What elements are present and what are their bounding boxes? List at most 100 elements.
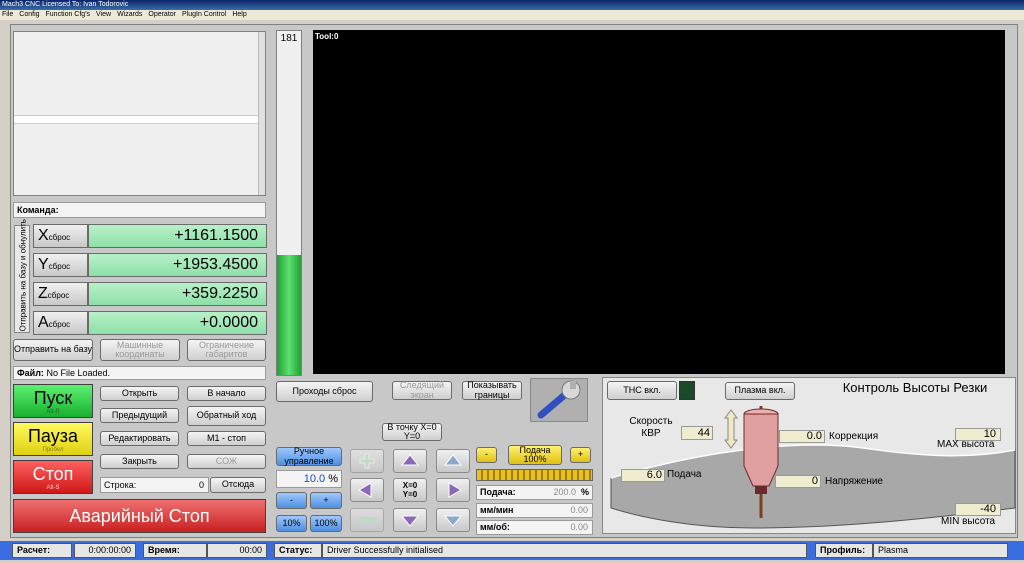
toolpath-display[interactable]: Tool:0: [313, 30, 1005, 374]
jog-100-button[interactable]: 100%: [310, 515, 342, 532]
menu-wizards[interactable]: Wizards: [117, 10, 142, 20]
emergency-stop-button[interactable]: Аварийный Стоп: [13, 499, 266, 533]
reset-passes-button[interactable]: Проходы сброс: [276, 381, 373, 402]
rewind-button[interactable]: В начало: [187, 386, 266, 401]
command-input[interactable]: Команда:: [13, 202, 266, 218]
jog-minus-button[interactable]: -: [276, 492, 307, 509]
jog-percent-field[interactable]: 10.0 %: [276, 470, 342, 488]
menu-operator[interactable]: Operator: [148, 10, 176, 20]
a-dro[interactable]: +0.0000: [88, 311, 267, 335]
plasma-on-button[interactable]: Плазма вкл.: [725, 382, 795, 400]
x-minus-icon[interactable]: [350, 478, 384, 502]
machine-coords-button[interactable]: Машинные координаты: [100, 339, 180, 361]
goto-zero-button[interactable]: В точку X=0 Y=0: [382, 422, 442, 441]
a-reset-button[interactable]: Aсброс: [33, 311, 88, 335]
thc-feed-value[interactable]: 6.0: [621, 469, 665, 482]
z-axis-letter: Z: [38, 285, 48, 302]
thc-voltage-value[interactable]: 0: [775, 475, 821, 488]
file-label: Файл:: [17, 368, 44, 378]
home-zero-label: Отправить на базу и обнулить: [14, 219, 30, 333]
m1-stop-button[interactable]: M1 - стоп: [187, 431, 266, 446]
y-minus-icon[interactable]: [393, 508, 427, 532]
mm-min-row: мм/мин 0.00: [476, 503, 593, 518]
thc-feed-label: Подача: [667, 469, 702, 480]
jog-plus-button[interactable]: +: [310, 492, 342, 509]
wrench-icon[interactable]: [530, 378, 588, 422]
line-value: 0: [198, 480, 204, 490]
line-label: Строка:: [104, 480, 137, 490]
menu-file[interactable]: File: [2, 10, 13, 20]
line-field[interactable]: Строка: 0: [100, 477, 209, 493]
soft-limits-button[interactable]: Ограничение габаритов: [187, 339, 266, 361]
menu-plugin-control[interactable]: PlugIn Control: [182, 10, 226, 20]
feed-minus-button[interactable]: -: [476, 447, 497, 463]
reset-text: сброс: [48, 262, 71, 271]
thc-correction-value[interactable]: 0.0: [779, 430, 825, 443]
feed-plus-button[interactable]: +: [570, 447, 591, 463]
gcode-scrollbar[interactable]: [258, 32, 265, 195]
thc-on-button[interactable]: THC вкл.: [607, 381, 677, 400]
thc-min-value[interactable]: -40: [955, 503, 1001, 516]
stop-button[interactable]: Стоп Alt-S: [13, 460, 93, 494]
prev-button[interactable]: Предыдущий: [100, 408, 179, 423]
y-reset-button[interactable]: Yсброс: [33, 253, 88, 277]
y-dro[interactable]: +1953.4500: [88, 253, 267, 277]
z-minus-icon[interactable]: [436, 508, 470, 532]
y-plus-icon[interactable]: [393, 449, 427, 473]
home-button[interactable]: Отправить на базу: [13, 339, 93, 361]
status-label: Статус:: [274, 543, 322, 558]
mm-rev-label: мм/об:: [480, 522, 510, 532]
cycle-start-button[interactable]: Пуск Alt-R: [13, 384, 93, 418]
z-plus-icon[interactable]: [436, 449, 470, 473]
xy-zero-label: X=0 Y=0: [402, 481, 418, 499]
menu-function-cfgs[interactable]: Function Cfg's: [46, 10, 91, 20]
gcode-window[interactable]: [13, 31, 266, 196]
jog-up-ghost: [350, 449, 384, 473]
height-bar-fill: [277, 254, 301, 375]
y-axis-letter: Y: [38, 256, 49, 273]
status-message: Driver Successfully initialised: [322, 543, 807, 558]
close-button[interactable]: Закрыть: [100, 454, 179, 469]
feed-slider[interactable]: [476, 469, 593, 481]
open-button[interactable]: Открыть: [100, 386, 179, 401]
jog-blank-button: [350, 508, 384, 532]
z-reset-button[interactable]: Zсброс: [33, 282, 88, 306]
reverse-button[interactable]: Обратный ход: [187, 406, 266, 426]
manual-control-button[interactable]: Ручное управление: [276, 446, 342, 466]
feed-reset-button[interactable]: Подача 100%: [508, 445, 562, 465]
thc-speed-value[interactable]: 44: [681, 426, 713, 440]
thc-max-label: MAX высота: [937, 439, 995, 450]
run-time-label: Расчет:: [12, 543, 72, 558]
cycle-start-hotkey: Alt-R: [46, 408, 60, 415]
z-dro[interactable]: +359.2250: [88, 282, 267, 306]
jog-percent-value: 10.0: [303, 473, 326, 485]
reset-text: сброс: [48, 233, 71, 242]
follow-screen-button[interactable]: Следящий экран: [392, 380, 452, 400]
jog-10-button[interactable]: 10%: [276, 515, 307, 532]
title-bar: Mach3 CNC Licensed To: Ivan Todorovic: [0, 0, 1024, 10]
x-plus-icon[interactable]: [436, 478, 470, 502]
x-dro[interactable]: +1161.1500: [88, 224, 267, 248]
edit-button[interactable]: Редактировать: [100, 431, 179, 446]
reset-text: сброс: [47, 291, 70, 300]
run-from-here-button[interactable]: Отсюда: [210, 477, 266, 493]
cycle-start-label: Пуск: [33, 387, 73, 408]
tool-label: Tool:0: [315, 32, 339, 41]
feed-row: Подача: 200.0%: [476, 485, 593, 500]
show-limits-button[interactable]: Показывать границы: [462, 380, 522, 400]
elapsed-time-value: 00:00: [207, 543, 267, 558]
thc-led: [679, 381, 695, 400]
feed-hold-button[interactable]: Пауза Пробел: [13, 422, 93, 456]
menu-config[interactable]: Config: [19, 10, 39, 20]
menu-help[interactable]: Help: [232, 10, 246, 20]
menu-bar: File Config Function Cfg's View Wizards …: [0, 10, 1024, 20]
x-reset-button[interactable]: Xсброс: [33, 224, 88, 248]
run-time-value: 0:00:00:00: [74, 543, 136, 558]
flood-button[interactable]: СОЖ: [187, 454, 266, 469]
menu-view[interactable]: View: [96, 10, 111, 20]
xy-zero-button[interactable]: X=0 Y=0: [393, 478, 427, 502]
a-axis-letter: A: [38, 314, 49, 331]
profile-value: Plasma: [873, 543, 1008, 558]
feed-hold-label: Пауза: [27, 425, 78, 446]
x-axis-letter: X: [38, 227, 49, 244]
